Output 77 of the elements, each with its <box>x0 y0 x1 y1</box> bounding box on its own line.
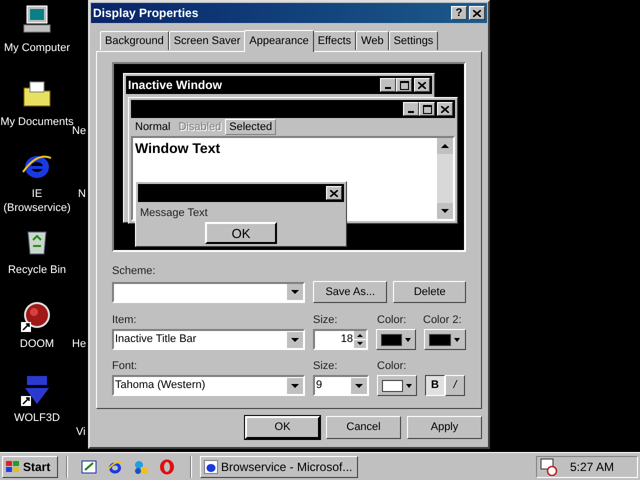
close-button[interactable] <box>414 78 430 92</box>
maximize-icon <box>422 104 432 114</box>
ok-button[interactable]: OK <box>205 222 277 244</box>
close-icon <box>441 106 449 112</box>
bold-button[interactable]: B <box>425 375 445 396</box>
icon-label[interactable]: My Documents <box>0 115 74 129</box>
tab[interactable]: Effects <box>312 31 356 50</box>
icon-label[interactable]: Ne <box>72 124 86 138</box>
tab[interactable]: Background <box>100 31 169 50</box>
field-label: Scheme: <box>112 264 156 278</box>
icon-label[interactable]: Recycle Bin <box>8 263 66 277</box>
tab[interactable]: Web <box>356 31 389 50</box>
caret-icon <box>406 384 412 388</box>
menu-item[interactable]: Normal <box>131 119 174 135</box>
close-button[interactable] <box>437 102 453 116</box>
field-label: Size: <box>313 359 338 373</box>
field-label: Item: <box>112 313 138 327</box>
opera-icon[interactable] <box>159 458 175 474</box>
size-spinner[interactable]: 18 <box>313 329 368 350</box>
field-label: Font: <box>112 359 138 373</box>
minimize-button[interactable] <box>380 78 396 92</box>
font-dropdown[interactable]: Tahoma (Western) <box>112 375 305 396</box>
show-desktop-icon[interactable] <box>81 458 97 474</box>
icon-label[interactable]: He <box>72 337 86 351</box>
maximize-button[interactable] <box>419 102 435 116</box>
close-icon <box>418 82 426 88</box>
tab[interactable]: Screen Saver <box>168 31 246 50</box>
taskbar-button[interactable]: Browservice - Microsof... <box>200 456 358 478</box>
channels-icon[interactable] <box>133 458 149 474</box>
icon-label[interactable]: WOLF3D <box>14 411 60 425</box>
icon-label[interactable]: N <box>78 187 86 201</box>
scroll-down-button[interactable] <box>437 203 453 219</box>
close-button[interactable] <box>326 186 342 200</box>
help-button[interactable]: ? <box>451 6 467 20</box>
dialog-button[interactable]: OK <box>245 416 320 439</box>
message-text: Message Text <box>139 206 209 221</box>
icon-label[interactable]: My Computer <box>4 41 70 55</box>
icon-label[interactable]: DOOM <box>20 337 54 351</box>
field-label: Color: <box>377 313 408 327</box>
italic-button[interactable]: / <box>445 375 465 396</box>
color-picker-button[interactable] <box>424 329 466 350</box>
scheme-dropdown[interactable] <box>112 282 305 302</box>
clock: 5:27 AM <box>570 458 614 476</box>
font-size-dropdown[interactable]: 9 <box>313 375 369 396</box>
window-text: Window Text <box>134 139 222 158</box>
scroll-up-button[interactable] <box>437 138 453 154</box>
icon-label[interactable]: Vi <box>76 425 86 439</box>
maximize-button[interactable] <box>396 78 412 92</box>
scheduler-icon[interactable] <box>540 458 558 476</box>
window-title: Display Properties <box>93 5 200 22</box>
item-dropdown[interactable]: Inactive Title Bar <box>112 329 305 350</box>
icon-label[interactable]: IE (Browservice) <box>3 187 71 215</box>
tab[interactable]: Appearance <box>244 30 314 52</box>
color-picker-button[interactable] <box>377 375 417 396</box>
delete-button[interactable]: Delete <box>393 281 466 303</box>
close-button[interactable] <box>469 6 485 20</box>
save-as-button[interactable]: Save As... <box>313 281 388 303</box>
caret-icon <box>454 338 460 342</box>
shortcut-icon[interactable] <box>21 300 53 332</box>
start-button[interactable]: Start <box>2 456 58 478</box>
field-label: Color: <box>377 359 408 373</box>
windows-logo-icon <box>5 460 21 474</box>
tab[interactable]: Settings <box>388 31 438 50</box>
spinner-arrows-icon[interactable] <box>354 331 366 348</box>
browser-icon <box>204 460 218 474</box>
menu-item[interactable]: Selected <box>225 119 276 135</box>
maximize-icon <box>400 80 408 90</box>
color-picker-button[interactable] <box>376 329 416 350</box>
close-icon <box>330 190 338 196</box>
minimize-button[interactable] <box>403 102 419 116</box>
dialog-button[interactable]: Cancel <box>326 416 401 439</box>
caret-icon <box>405 338 411 342</box>
window-title: Inactive Window <box>128 77 223 94</box>
close-icon <box>473 10 481 16</box>
field-label: Color 2: <box>423 313 463 327</box>
dialog-button[interactable]: Apply <box>407 416 482 439</box>
field-label: Size: <box>313 313 338 327</box>
